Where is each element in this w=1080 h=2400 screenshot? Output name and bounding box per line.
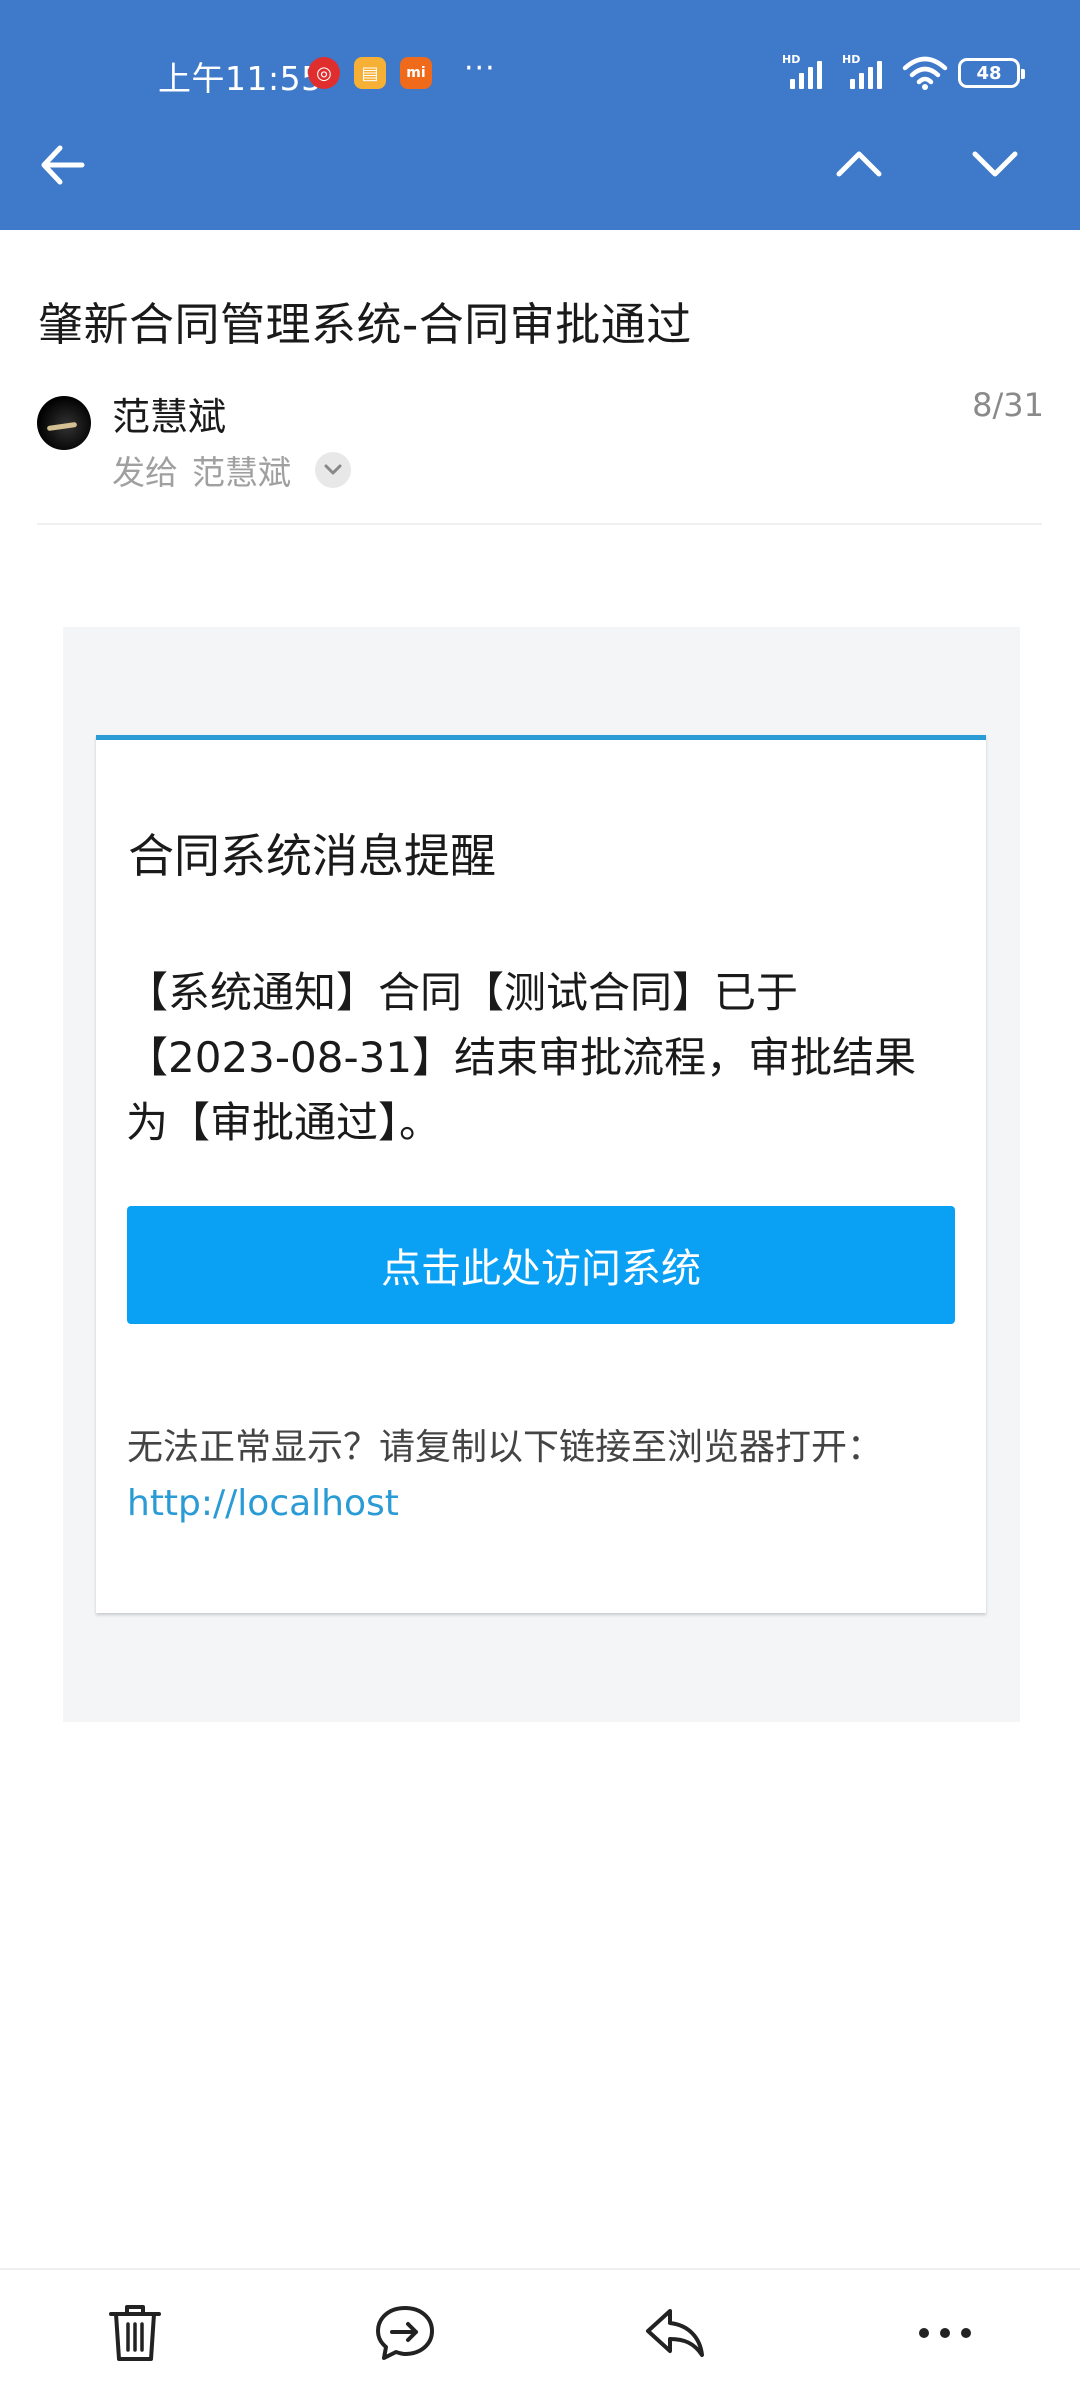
notification-card: 合同系统消息提醒 【系统通知】合同【测试合同】已于【2023-08-31】结束审… [96, 735, 986, 1613]
more-icon [919, 2328, 971, 2338]
recipient-name: 范慧斌 [192, 453, 291, 492]
status-bar: 上午11:55 ◎ ▤ mi ··· HD HD 48 [0, 0, 1080, 150]
arrow-left-icon[interactable] [38, 140, 88, 190]
mail-body: 合同系统消息提醒 【系统通知】合同【测试合同】已于【2023-08-31】结束审… [63, 627, 1020, 1722]
signal-2-icon: HD [842, 53, 892, 89]
more-notifications-icon: ··· [464, 50, 496, 86]
card-hint: 无法正常显示？请复制以下链接至浏览器打开： [127, 1427, 884, 1468]
sender-name[interactable]: 范慧斌 [112, 386, 226, 441]
reply-button[interactable] [640, 2298, 710, 2368]
bottom-action-bar [0, 2270, 1080, 2400]
battery-level: 48 [976, 62, 1002, 84]
app-header: 上午11:55 ◎ ▤ mi ··· HD HD 48 [0, 0, 1080, 230]
visit-system-button[interactable]: 点击此处访问系统 [127, 1206, 955, 1324]
header-divider [37, 523, 1042, 525]
reply-icon [646, 2309, 704, 2357]
gallery-icon: ▤ [354, 57, 386, 89]
system-icons: HD HD 48 [782, 53, 1025, 90]
mail-date: 8/31 [972, 386, 1044, 424]
notification-icons: ◎ ▤ mi ··· [308, 51, 496, 89]
system-link[interactable]: http://localhost [127, 1483, 399, 1524]
forward-button[interactable] [370, 2298, 440, 2368]
card-message: 【系统通知】合同【测试合同】已于【2023-08-31】结束审批流程，审批结果为… [126, 968, 917, 1147]
wifi-icon [902, 56, 948, 90]
chevron-down-icon [324, 464, 342, 475]
card-title: 合同系统消息提醒 [128, 829, 496, 883]
delete-button[interactable] [100, 2298, 170, 2368]
netease-music-icon: ◎ [308, 57, 340, 89]
battery-icon: 48 [958, 58, 1025, 88]
expand-recipients-button[interactable] [315, 452, 351, 488]
mi-icon: mi [400, 57, 432, 89]
mail-subject: 肇新合同管理系统-合同审批通过 [38, 298, 692, 351]
forward-icon [376, 2306, 434, 2360]
chevron-up-icon[interactable] [834, 144, 884, 184]
to-label: 发给 [112, 453, 178, 492]
recipient-line: 发给 范慧斌 [112, 446, 351, 494]
status-time: 上午11:55 [158, 59, 323, 98]
more-button[interactable] [910, 2298, 980, 2368]
chevron-down-icon[interactable] [970, 144, 1020, 184]
sender-avatar[interactable] [37, 396, 91, 450]
delete-icon [109, 2305, 161, 2361]
signal-1-icon: HD [782, 53, 832, 89]
